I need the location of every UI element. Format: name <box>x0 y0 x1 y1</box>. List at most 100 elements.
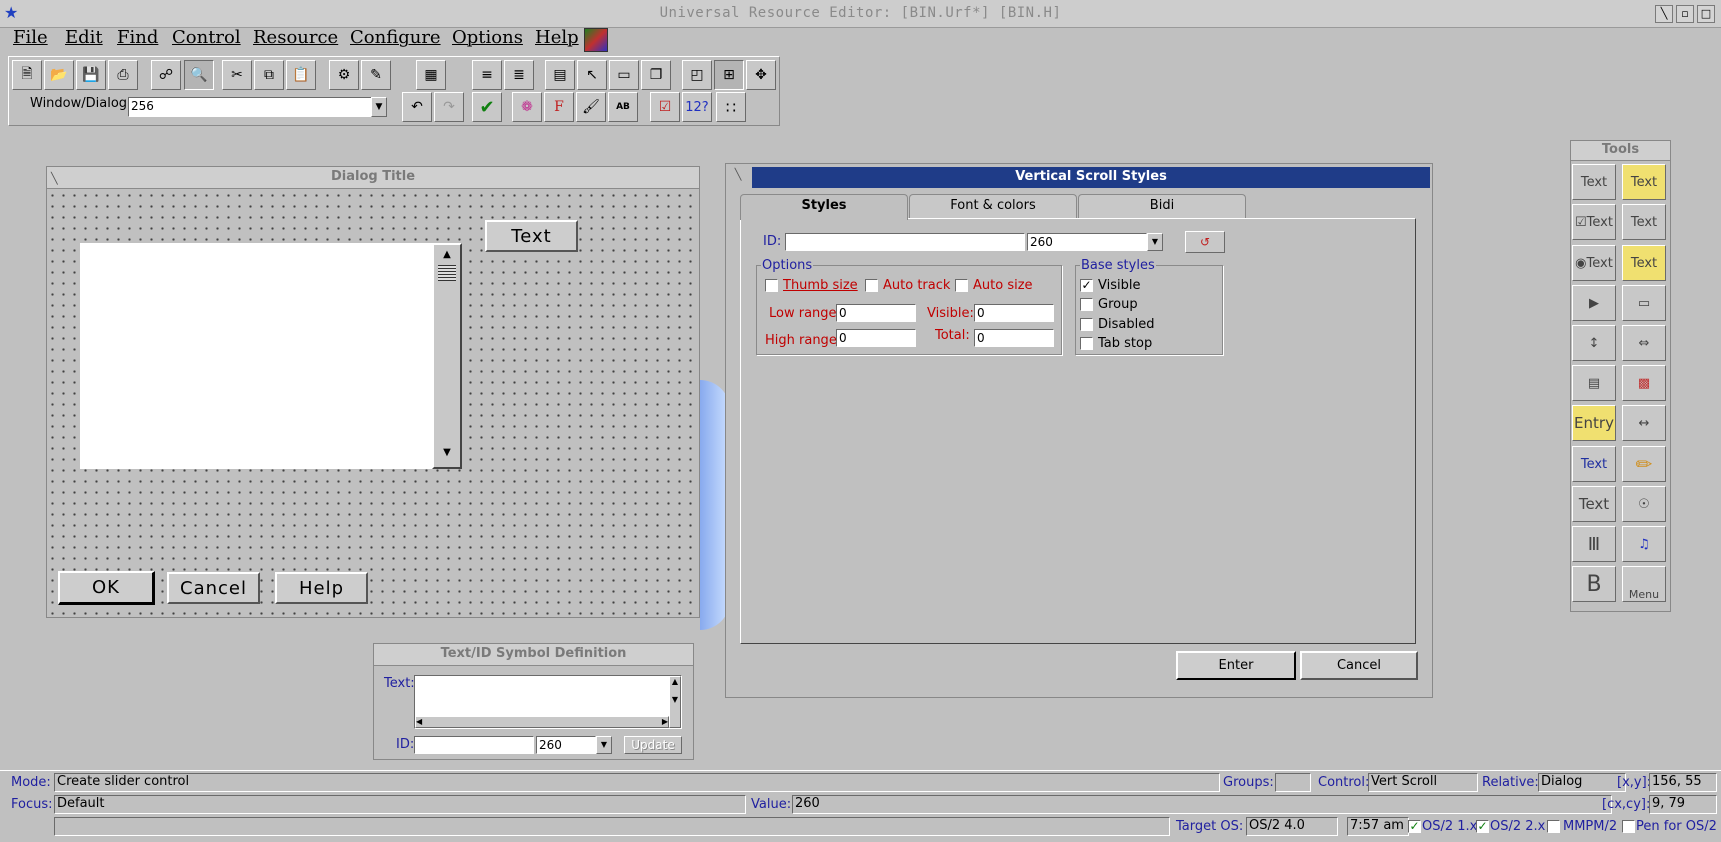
tool-static-text[interactable]: Text <box>1572 164 1616 200</box>
tool-radio[interactable]: ◉ Text <box>1572 245 1616 281</box>
help-button[interactable]: Help <box>275 572 368 604</box>
tool-spin-button[interactable]: Text <box>1622 245 1666 281</box>
tool-listbox-icon[interactable]: ▤ <box>1572 365 1616 401</box>
pen-checkbox[interactable] <box>1622 820 1635 833</box>
open-folder-icon[interactable]: 📂 <box>44 60 74 90</box>
tool-menu[interactable]: Menu <box>1622 566 1666 602</box>
menu-edit[interactable]: Edit <box>65 27 103 48</box>
checklist-icon[interactable]: ☑ <box>650 92 680 122</box>
scroll-up-icon[interactable]: ▲ <box>437 249 457 263</box>
group-checkbox[interactable] <box>1080 298 1093 311</box>
move-icon[interactable]: ✥ <box>746 60 776 90</box>
tool-container-icon[interactable]: ↔ <box>1622 405 1666 441</box>
menu-help[interactable]: Help <box>535 27 579 48</box>
cancel-button[interactable]: Cancel <box>167 572 260 604</box>
visible-checkbox[interactable]: ✓ <box>1080 279 1093 292</box>
paste-icon[interactable]: 📋 <box>286 60 316 90</box>
total-input[interactable]: 0 <box>974 329 1054 347</box>
tool-valueset-icon[interactable]: ▩ <box>1622 365 1666 401</box>
tool-pencil-icon[interactable]: ✏ <box>1622 446 1666 482</box>
mmpm-checkbox[interactable] <box>1547 820 1560 833</box>
align-left-icon[interactable]: ≡ <box>472 60 502 90</box>
tool-mle[interactable]: Text <box>1622 204 1666 240</box>
tool-checkbox[interactable]: ☑ Text <box>1572 204 1616 240</box>
tab-stop-checkbox[interactable] <box>1080 337 1093 350</box>
low-range-input[interactable]: 0 <box>836 304 916 322</box>
tool-circular-slider-icon[interactable]: ☉ <box>1622 486 1666 522</box>
window-dialog-input[interactable]: 256 <box>128 97 372 117</box>
text-button[interactable]: Text <box>485 220 578 252</box>
tool-media-icon[interactable]: ♫ <box>1622 526 1666 562</box>
styles-cancel-button[interactable]: Cancel <box>1300 651 1418 680</box>
symbol-lookup-icon[interactable]: ↺ <box>1185 231 1225 253</box>
menu-find[interactable]: Find <box>117 27 158 48</box>
color-wheel-icon[interactable]: ❁ <box>512 92 542 122</box>
update-button[interactable]: Update <box>624 736 682 754</box>
os21-checkbox[interactable]: ✓ <box>1408 820 1421 833</box>
styles-id-dropdown-icon[interactable]: ▼ <box>1147 233 1163 251</box>
menu-configure[interactable]: Configure <box>350 27 441 48</box>
window-layout-icon[interactable]: ▦ <box>416 60 446 90</box>
tab-styles[interactable]: Styles <box>740 194 908 220</box>
hide-button[interactable]: ╲ <box>1655 5 1673 23</box>
entry-field-icon[interactable]: ▭ <box>609 60 639 90</box>
symbol-id-value[interactable]: 260 <box>536 736 596 754</box>
numbering-icon[interactable]: 12? <box>682 92 712 122</box>
menu-file[interactable]: File <box>13 27 48 48</box>
tool-bitmap-icon[interactable]: B <box>1572 566 1616 602</box>
undo-icon[interactable]: ↶ <box>402 92 432 122</box>
brush-icon[interactable]: 🖌 <box>576 92 606 122</box>
tool-combo-text[interactable]: Text <box>1622 164 1666 200</box>
os22-checkbox[interactable]: ✓ <box>1476 820 1489 833</box>
tool-hscroll-icon[interactable]: ▶ <box>1572 285 1616 321</box>
test-checkmark-icon[interactable]: ✔ <box>472 92 502 122</box>
maximize-button[interactable]: □ <box>1697 5 1715 23</box>
find-binoculars-icon[interactable]: ☍ <box>151 60 181 90</box>
duplicate-icon[interactable]: ❐ <box>641 60 671 90</box>
resize-icon[interactable]: ◰ <box>682 60 712 90</box>
symbol-id-input[interactable] <box>414 736 534 754</box>
minimize-button[interactable]: ▫ <box>1676 5 1694 23</box>
styles-id-value-input[interactable]: 260 <box>1027 233 1147 251</box>
tool-groupbox[interactable]: Text <box>1572 446 1616 482</box>
listbox-preview[interactable] <box>80 243 432 469</box>
symbol-id-dropdown-icon[interactable]: ▼ <box>596 736 612 754</box>
save-icon[interactable]: 💾 <box>76 60 106 90</box>
symbol-text-input[interactable]: ▲ ▼ ◀ ▶ <box>414 675 682 729</box>
menu-options[interactable]: Options <box>452 27 523 48</box>
font-icon[interactable]: F <box>544 92 574 122</box>
text-sort-icon[interactable]: AB <box>608 92 638 122</box>
cut-icon[interactable]: ✂ <box>222 60 252 90</box>
auto-size-checkbox[interactable] <box>955 279 968 292</box>
styles-system-menu-icon[interactable]: ╲ <box>726 164 750 190</box>
print-icon[interactable]: ⎙ <box>108 60 138 90</box>
grid-dots-icon[interactable]: ∷ <box>716 92 746 122</box>
menu-control[interactable]: Control <box>172 27 241 48</box>
tool-vscroll-icon[interactable]: ↕ <box>1572 325 1616 361</box>
zoom-find-icon[interactable]: 🔍 <box>184 60 214 90</box>
ok-button[interactable]: OK <box>58 571 155 605</box>
symbol-vscroll[interactable]: ▲ ▼ <box>669 676 681 728</box>
enter-button[interactable]: Enter <box>1176 651 1296 680</box>
arrow-cursor-icon[interactable]: ↖ <box>577 60 607 90</box>
tool-ibeam-icon[interactable]: Ⅲ <box>1572 526 1616 562</box>
tool-slider-icon[interactable]: ⇔ <box>1622 325 1666 361</box>
chevron-down-icon[interactable]: ▼ <box>371 97 387 117</box>
tool-text[interactable]: Text <box>1572 486 1616 522</box>
tab-font-colors[interactable]: Font & colors <box>909 194 1077 218</box>
symbol-hscroll[interactable]: ◀ ▶ <box>415 716 669 728</box>
copy-icon[interactable]: ⧉ <box>254 60 284 90</box>
high-range-input[interactable]: 0 <box>836 329 916 347</box>
new-file-icon[interactable]: 🗎 <box>12 60 42 90</box>
scroll-down-icon[interactable]: ▼ <box>437 447 457 461</box>
tab-bidi[interactable]: Bidi <box>1078 194 1246 218</box>
same-size-icon[interactable]: ▤ <box>545 60 575 90</box>
edit-properties-icon[interactable]: ✎ <box>361 60 391 90</box>
tool-entry-field[interactable]: Entry <box>1572 405 1616 441</box>
align-right-icon[interactable]: ≣ <box>504 60 534 90</box>
vertical-scrollbar[interactable]: ▲ ▼ <box>432 243 462 469</box>
styles-id-text-input[interactable] <box>785 233 1025 251</box>
disabled-checkbox[interactable] <box>1080 318 1093 331</box>
hierarchy-icon[interactable]: ⚙ <box>329 60 359 90</box>
visible-input[interactable]: 0 <box>974 304 1054 322</box>
